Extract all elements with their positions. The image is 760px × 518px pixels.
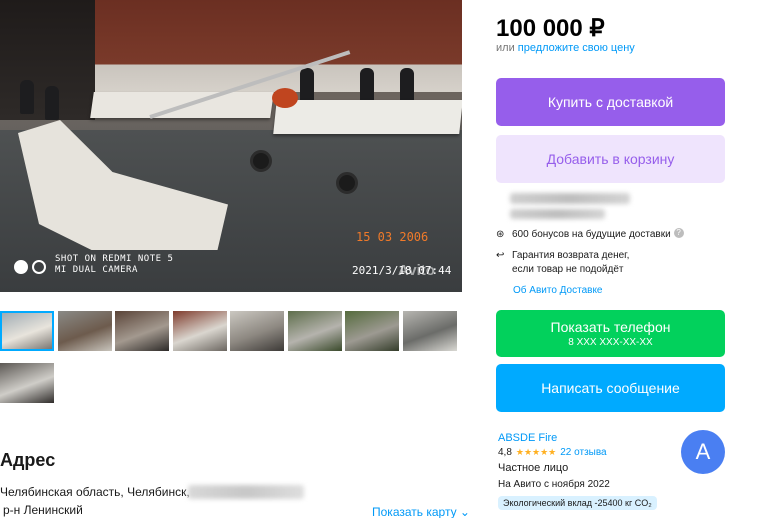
- suggest-price-link[interactable]: предложите свою цену: [518, 42, 635, 54]
- help-icon[interactable]: ?: [673, 228, 684, 238]
- photo-aircraft-wheel: [336, 172, 358, 194]
- show-phone-button[interactable]: Показать телефон 8 XXX XXX-XX-XX: [496, 310, 725, 357]
- write-message-button[interactable]: Написать сообщение: [496, 364, 725, 412]
- avatar[interactable]: A: [681, 430, 725, 474]
- return-arrow-icon: ↩: [496, 250, 505, 261]
- thumbnail-3[interactable]: [115, 311, 169, 351]
- phone-button-label: Показать телефон: [550, 319, 671, 335]
- blurred-text: [510, 193, 630, 204]
- eco-badge[interactable]: Экологический вклад -25400 кг CO₂: [498, 496, 657, 510]
- photo-person: [400, 68, 414, 102]
- thumbnail-1[interactable]: [0, 311, 54, 351]
- seller-type: Частное лицо: [498, 462, 569, 474]
- chevron-down-icon: ⌄: [459, 505, 470, 518]
- add-to-cart-button[interactable]: Добавить в корзину: [496, 135, 725, 183]
- message-button-label: Написать сообщение: [541, 380, 680, 396]
- photo-person: [45, 86, 59, 120]
- bonus-icon: ⊛: [496, 229, 505, 240]
- main-photo[interactable]: SHOT ON REDMI NOTE 5 MI DUAL CAMERA 15 0…: [0, 0, 462, 292]
- cart-button-label: Добавить в корзину: [546, 151, 675, 167]
- star-icons: ★★★★★: [515, 447, 557, 457]
- thumbnail-6[interactable]: [287, 311, 342, 351]
- seller-name-link[interactable]: ABSDE Fire: [498, 432, 557, 444]
- camera-logo-icon: [14, 260, 46, 274]
- avito-watermark: Avito: [398, 262, 435, 279]
- buy-with-delivery-button[interactable]: Купить с доставкой: [496, 78, 725, 126]
- thumbnail-8[interactable]: [402, 311, 457, 351]
- address-title: Адрес: [0, 450, 56, 470]
- photo-aircraft-tank: [272, 88, 298, 108]
- photo-stamp: 15 03 2006: [356, 230, 429, 244]
- thumbnail-5[interactable]: [230, 311, 284, 351]
- thumbnail-7[interactable]: [345, 311, 399, 351]
- photo-person: [360, 68, 374, 102]
- address-district: р-н Ленинский: [3, 503, 83, 517]
- thumbnail-2[interactable]: [57, 311, 112, 351]
- blurred-text: [510, 209, 605, 219]
- avito-delivery-link[interactable]: Об Авито Доставке: [513, 285, 603, 296]
- price-offer-line: или предложите свою цену: [496, 42, 635, 54]
- photo-aircraft-wing: [273, 100, 462, 134]
- bonus-row: ⊛ 600 бонусов на будущие доставки ?: [496, 228, 684, 242]
- reviews-link[interactable]: 22 отзыва: [560, 447, 606, 458]
- photo-person: [300, 68, 314, 102]
- address-street-blurred: [188, 485, 304, 499]
- show-map-link[interactable]: Показать карту ⌄: [372, 505, 470, 518]
- thumbnail-9[interactable]: [0, 363, 54, 403]
- guarantee-row: ↩ Гарантия возврата денег, если товар не…: [496, 250, 630, 275]
- seller-since: На Авито с ноября 2022: [498, 479, 610, 490]
- buy-button-label: Купить с доставкой: [547, 94, 674, 110]
- price: 100 000 ₽: [496, 15, 605, 42]
- seller-rating: 4,8 ★★★★★ 22 отзыва: [498, 447, 607, 458]
- thumbnail-4[interactable]: [172, 311, 227, 351]
- rating-value: 4,8: [498, 447, 512, 458]
- photo-aircraft-wheel: [250, 150, 272, 172]
- photo-caption: SHOT ON REDMI NOTE 5 MI DUAL CAMERA: [55, 254, 174, 275]
- photo-person: [20, 80, 34, 114]
- phone-masked: 8 XXX XXX-XX-XX: [568, 337, 653, 348]
- address-line: Челябинская область, Челябинск,: [0, 485, 190, 499]
